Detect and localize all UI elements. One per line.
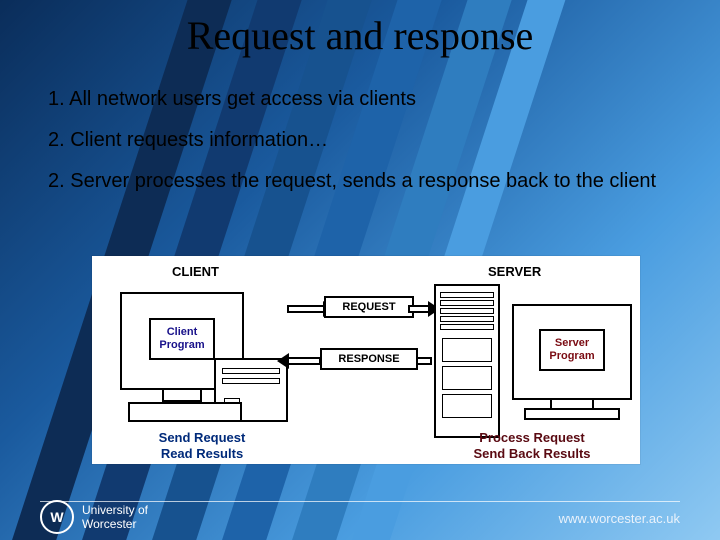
drive-slot [222,378,280,384]
server-panel [442,338,492,362]
server-bay [440,308,494,314]
client-computer: Client Program [114,288,284,418]
server-screen: Server Program [520,312,624,388]
bullet-2: 2. Client requests information… [48,127,680,154]
server-bay [440,324,494,330]
slide-title: Request and response [0,12,720,59]
server-caption: Process Request Send Back Results [442,430,622,461]
server-bay [440,300,494,306]
response-box: RESPONSE [320,348,418,370]
client-program-box: Client Program [149,318,214,359]
server-panel [442,394,492,418]
client-heading: CLIENT [172,264,219,279]
slide: Request and response 1. All network user… [0,0,720,540]
client-keyboard [128,402,242,422]
bullet-1: 1. All network users get access via clie… [48,86,680,113]
footer-url: www.worcester.ac.uk [559,511,680,526]
footer-logo: W University of Worcester [40,500,148,534]
server-heading: SERVER [488,264,541,279]
server-panel [442,366,492,390]
server-program-box: Server Program [539,329,604,370]
diagram: CLIENT SERVER Client Program REQUEST RES… [92,256,640,464]
arrow-right-icon [287,305,325,313]
server-monitor-base [524,408,620,420]
drive-slot [222,368,280,374]
client-caption: Send Request Read Results [132,430,272,461]
server-bay [440,316,494,322]
arrow-right-icon [408,305,430,313]
request-box: REQUEST [324,296,414,318]
org-name: University of Worcester [82,503,148,531]
slide-body: 1. All network users get access via clie… [48,78,680,209]
bullet-3: 2. Server processes the request, sends a… [48,168,680,195]
server-monitor: Server Program [512,304,632,400]
logo-mark-icon: W [40,500,74,534]
arrow-left-icon [287,357,321,365]
client-monitor-stand [162,388,202,402]
server-bay [440,292,494,298]
server-tower [434,284,500,438]
